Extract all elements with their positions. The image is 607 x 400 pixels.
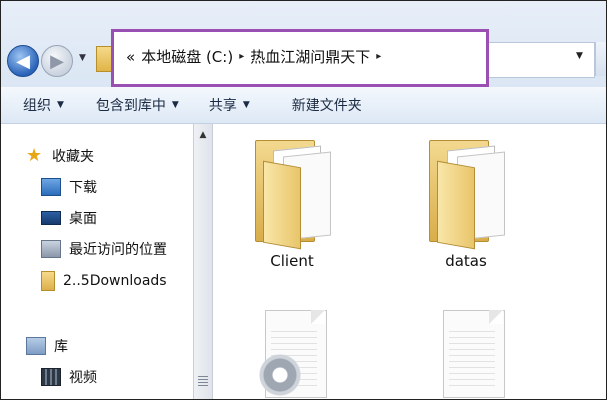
recent-pages-dropdown[interactable]: ▼ — [79, 53, 89, 63]
file-item-client[interactable]: Client — [251, 136, 333, 270]
include-in-library-menu[interactable]: 包含到库中 ▼ — [96, 95, 179, 115]
folder-icon — [41, 271, 55, 291]
document-icon — [435, 308, 509, 398]
library-icon — [26, 337, 46, 355]
sidebar-item-downloads[interactable]: 下载 — [41, 177, 97, 197]
folder-icon — [425, 136, 507, 250]
sidebar-item-favorites[interactable]: ★ 收藏夹 — [26, 146, 94, 166]
sidebar-item-label: 最近访问的位置 — [69, 242, 167, 258]
file-name: datas — [445, 252, 487, 270]
scrollbar-grip[interactable] — [198, 376, 208, 388]
share-label: 共享 — [208, 98, 237, 114]
chevron-down-icon: ▼ — [171, 100, 179, 110]
address-breadcrumb-highlighted[interactable]: « 本地磁盘 (C:) ▸ 热血江湖问鼎天下 ▸ — [111, 29, 489, 87]
sidebar-item-desktop[interactable]: 桌面 — [41, 208, 97, 228]
chevron-down-icon: ▼ — [242, 100, 250, 110]
breadcrumb-separator[interactable]: ▸ — [239, 51, 244, 62]
include-label: 包含到库中 — [95, 98, 166, 114]
file-name: Client — [270, 252, 314, 270]
new-folder-button[interactable]: 新建文件夹 — [292, 95, 362, 115]
sidebar-item-label: 库 — [54, 339, 68, 355]
address-bar-area: ◀ ▶ ▼ ▼ « 本地磁盘 (C:) ▸ 热血江湖问鼎天下 ▸ — [1, 1, 606, 87]
recent-places-icon — [41, 240, 61, 258]
sidebar-item-downloads-folder[interactable]: 2..5Downloads — [41, 271, 167, 291]
sidebar-item-library[interactable]: 库 — [26, 336, 68, 356]
chevron-down-icon: ▼ — [57, 100, 64, 110]
breadcrumb-folder[interactable]: 热血江湖问鼎天下 — [250, 46, 370, 67]
video-library-icon — [41, 368, 61, 386]
refresh-button[interactable] — [595, 42, 606, 76]
address-dropdown-button[interactable]: ▼ — [576, 51, 583, 61]
star-icon: ★ — [26, 145, 43, 166]
breadcrumb-separator[interactable]: ▸ — [376, 51, 381, 62]
sidebar-item-label: 2..5Downloads — [63, 273, 167, 289]
folder-icon — [251, 136, 333, 250]
scroll-up-arrow-icon[interactable]: ▲ — [194, 130, 212, 140]
organize-label: 组织 — [23, 98, 51, 114]
organize-menu[interactable]: 组织 ▼ — [23, 95, 64, 115]
gear-icon — [257, 352, 303, 398]
back-arrow-icon: ◀ — [16, 50, 30, 72]
file-list: Client datas — [213, 124, 606, 399]
sidebar-item-label: 下载 — [69, 180, 97, 196]
file-item-document[interactable] — [435, 308, 509, 398]
file-item-datas[interactable]: datas — [425, 136, 507, 270]
share-menu[interactable]: 共享 ▼ — [209, 95, 250, 115]
breadcrumb-overflow[interactable]: « — [126, 48, 135, 66]
settings-file-icon — [257, 308, 331, 398]
new-folder-label: 新建文件夹 — [291, 98, 362, 114]
sidebar-item-label: 收藏夹 — [52, 149, 94, 165]
file-item-config[interactable] — [257, 308, 331, 398]
forward-button[interactable]: ▶ — [41, 45, 73, 77]
sidebar-item-label: 视频 — [69, 370, 97, 386]
sidebar-item-recent[interactable]: 最近访问的位置 — [41, 239, 167, 259]
navigation-pane: ★ 收藏夹 下载 桌面 最近访问的位置 2..5Downloads 库 视频 — [1, 124, 191, 399]
sidebar-item-videos[interactable]: 视频 — [41, 367, 97, 387]
back-button[interactable]: ◀ — [7, 45, 39, 77]
desktop-icon — [41, 211, 61, 225]
folder-icon — [96, 46, 112, 72]
navigation-scrollbar[interactable]: ▲ — [193, 124, 213, 399]
breadcrumb-drive[interactable]: 本地磁盘 (C:) — [141, 46, 233, 67]
explorer-window: ◀ ▶ ▼ ▼ « 本地磁盘 (C:) ▸ 热血江湖问鼎天下 ▸ 组织 ▼ 包含… — [0, 0, 607, 400]
sidebar-item-label: 桌面 — [69, 211, 97, 227]
download-folder-icon — [41, 178, 61, 196]
forward-arrow-icon: ▶ — [50, 50, 64, 72]
command-toolbar: 组织 ▼ 包含到库中 ▼ 共享 ▼ 新建文件夹 — [1, 87, 606, 124]
